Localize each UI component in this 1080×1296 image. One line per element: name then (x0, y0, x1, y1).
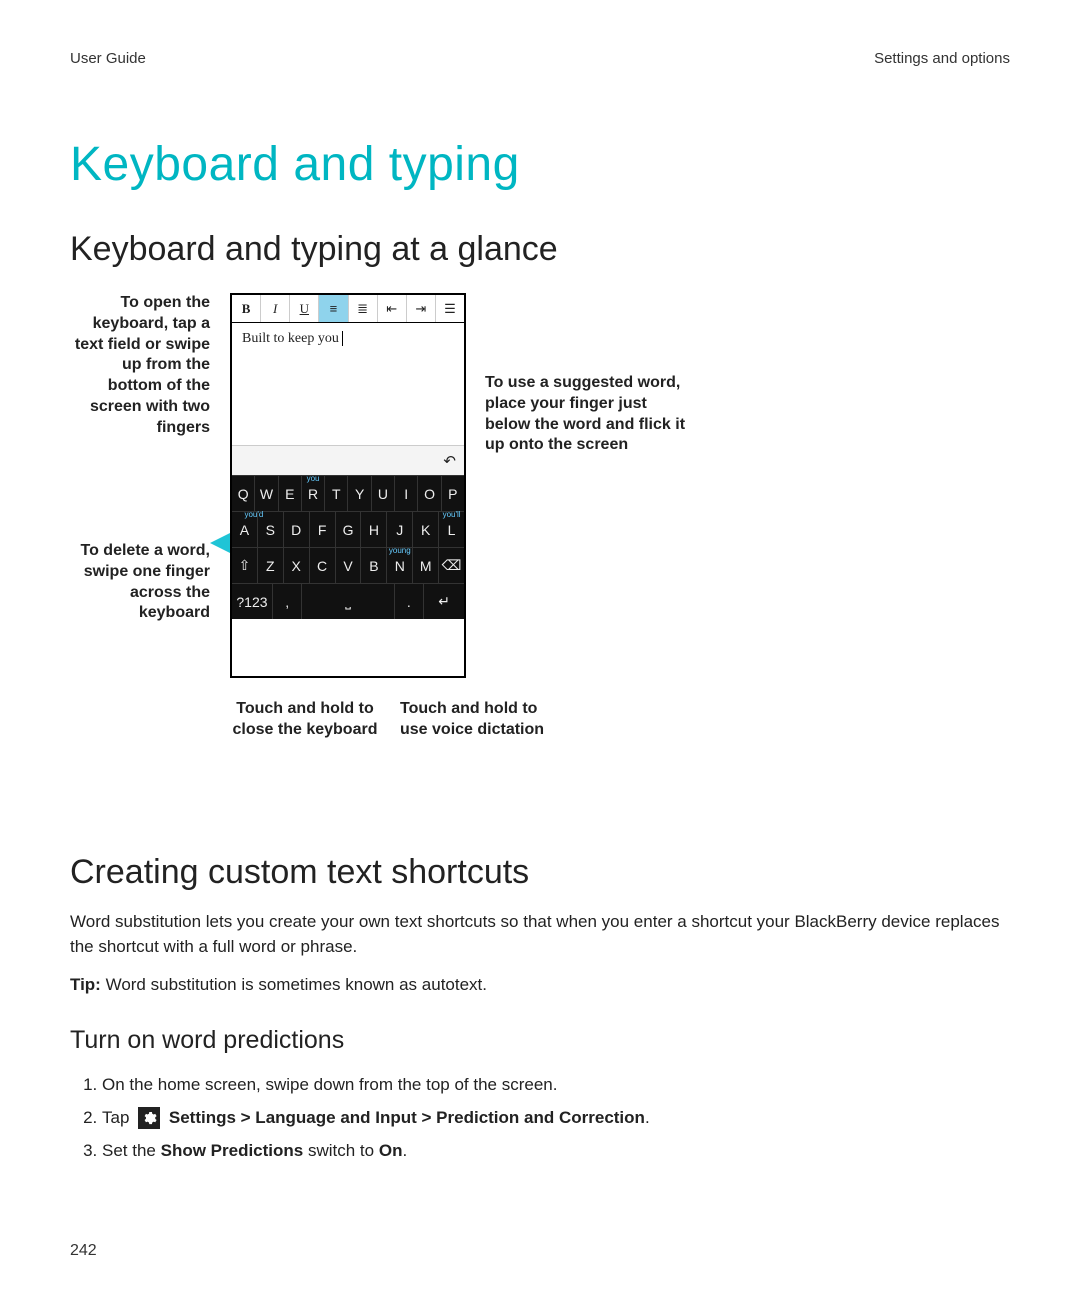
key-comma[interactable]: , (273, 584, 303, 619)
key-g[interactable]: G (336, 512, 362, 547)
key-n[interactable]: youngN (387, 548, 413, 583)
list-button[interactable]: ☰ (436, 295, 464, 322)
step-1: On the home screen, swipe down from the … (102, 1071, 1010, 1100)
key-space[interactable]: ⎵ (302, 584, 394, 619)
undo-icon[interactable]: ↶ (443, 452, 456, 470)
key-w[interactable]: W (255, 476, 278, 511)
annotation-suggested-word: To use a suggested word, place your fing… (485, 373, 685, 456)
key-s[interactable]: S (258, 512, 284, 547)
gear-icon (138, 1107, 160, 1129)
text-input-area[interactable]: Built to keep you (232, 323, 464, 445)
page-number: 242 (70, 1242, 97, 1260)
key-c[interactable]: C (310, 548, 336, 583)
key-k[interactable]: K (413, 512, 439, 547)
key-i[interactable]: I (395, 476, 418, 511)
key-t[interactable]: T (325, 476, 348, 511)
subsection-predictions-heading: Turn on word predictions (70, 1026, 1010, 1055)
virtual-keyboard[interactable]: Q W E youR T Y U I O P you'dA S D F G H … (232, 475, 464, 619)
align-left-button[interactable]: ≡ (319, 295, 348, 322)
tip-text: Tip: Word substitution is sometimes know… (70, 973, 1010, 998)
key-f[interactable]: F (310, 512, 336, 547)
key-backspace[interactable]: ⌫ (439, 548, 464, 583)
key-d[interactable]: D (284, 512, 310, 547)
key-a[interactable]: you'dA (232, 512, 258, 547)
key-e[interactable]: E (279, 476, 302, 511)
steps-list: On the home screen, swipe down from the … (70, 1071, 1010, 1166)
underline-button[interactable]: U (290, 295, 319, 322)
key-symbols[interactable]: ?123 (232, 584, 273, 619)
key-period[interactable]: . (395, 584, 425, 619)
annotation-delete-word: To delete a word, swipe one finger acros… (70, 541, 210, 624)
indent-left-button[interactable]: ⇤ (378, 295, 407, 322)
key-r[interactable]: youR (302, 476, 325, 511)
annotation-voice-dictation: Touch and hold to use voice dictation (400, 699, 550, 741)
key-l[interactable]: you'llL (439, 512, 464, 547)
section-glance-heading: Keyboard and typing at a glance (70, 230, 1010, 269)
section-shortcuts-heading: Creating custom text shortcuts (70, 853, 1010, 892)
key-p[interactable]: P (442, 476, 464, 511)
key-y[interactable]: Y (348, 476, 371, 511)
key-z[interactable]: Z (258, 548, 284, 583)
key-shift[interactable]: ⇧ (232, 548, 258, 583)
step-3: Set the Show Predictions switch to On. (102, 1137, 1010, 1166)
header-right: Settings and options (874, 50, 1010, 67)
key-x[interactable]: X (284, 548, 310, 583)
page-title: Keyboard and typing (70, 137, 1010, 192)
key-enter[interactable]: ↵ (424, 584, 464, 619)
phone-mockup: B I U ≡ ≣ ⇤ ⇥ ☰ Built to keep you ↶ Q W … (230, 293, 466, 678)
indent-right-button[interactable]: ⇥ (407, 295, 436, 322)
key-h[interactable]: H (361, 512, 387, 547)
key-b[interactable]: B (361, 548, 387, 583)
key-j[interactable]: J (387, 512, 413, 547)
key-m[interactable]: M (413, 548, 439, 583)
key-v[interactable]: V (336, 548, 362, 583)
key-u[interactable]: U (372, 476, 395, 511)
format-toolbar: B I U ≡ ≣ ⇤ ⇥ ☰ (232, 295, 464, 323)
shortcuts-body-text: Word substitution lets you create your o… (70, 910, 1010, 959)
tip-label: Tip: (70, 975, 101, 994)
key-o[interactable]: O (418, 476, 441, 511)
header-left: User Guide (70, 50, 146, 67)
annotation-close-keyboard: Touch and hold to close the keyboard (230, 699, 380, 741)
step-2: Tap Settings > Language and Input > Pred… (102, 1104, 1010, 1133)
italic-button[interactable]: I (261, 295, 290, 322)
key-q[interactable]: Q (232, 476, 255, 511)
glance-diagram: To open the keyboard, tap a text field o… (70, 293, 1010, 813)
bold-button[interactable]: B (232, 295, 261, 322)
align-center-button[interactable]: ≣ (349, 295, 378, 322)
undo-row: ↶ (232, 445, 464, 475)
text-content: Built to keep you (242, 331, 339, 346)
annotation-open-keyboard: To open the keyboard, tap a text field o… (70, 293, 210, 439)
